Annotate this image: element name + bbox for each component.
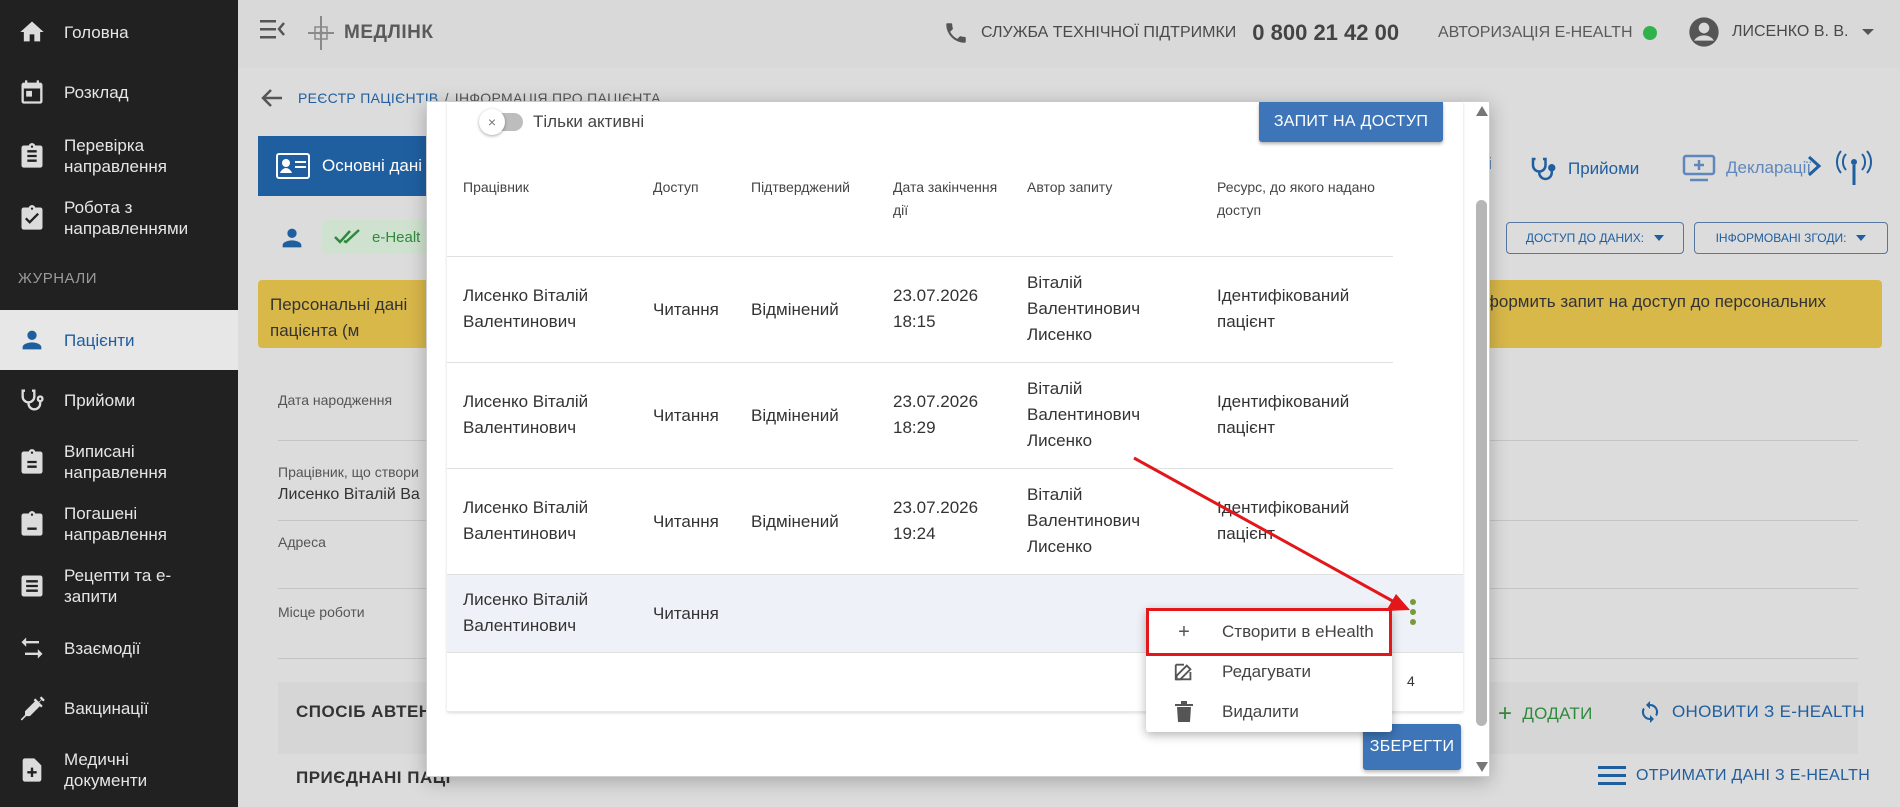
annotation-arrow: [1133, 456, 1410, 611]
